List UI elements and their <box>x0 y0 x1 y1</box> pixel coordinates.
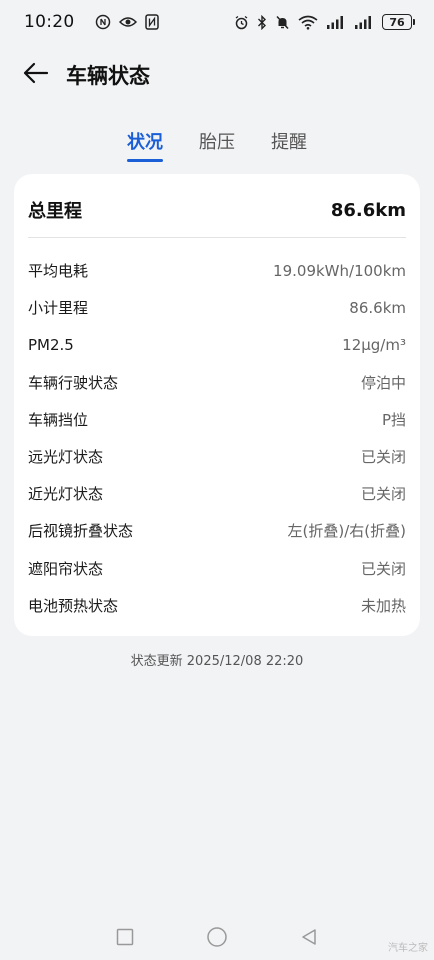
status-value: 已关闭 <box>360 559 406 578</box>
status-row-trip-mileage: 小计里程 86.6km <box>28 289 406 326</box>
back-arrow-icon <box>23 62 49 88</box>
status-time: 10:20 <box>24 12 75 32</box>
status-row-high-beam: 远光灯状态 已关闭 <box>28 438 406 475</box>
status-label: 后视镜折叠状态 <box>28 522 134 541</box>
status-value: 86.6km <box>349 298 406 317</box>
status-label: 电池预热状态 <box>28 596 119 615</box>
status-value: 停泊中 <box>360 373 406 392</box>
status-label: 遮阳帘状态 <box>28 559 104 578</box>
battery-indicator: 76 <box>382 14 415 30</box>
status-label: 车辆行驶状态 <box>28 373 119 392</box>
home-icon[interactable] <box>203 923 231 951</box>
status-label: PM2.5 <box>28 335 74 354</box>
wifi-icon <box>298 15 318 30</box>
eye-icon <box>118 15 137 29</box>
status-bar-left: 10:20 <box>24 12 159 32</box>
total-mileage-row: 总里程 86.6km <box>28 190 406 230</box>
status-row-driving-state: 车辆行驶状态 停泊中 <box>28 364 406 401</box>
status-value: 未加热 <box>360 596 406 615</box>
status-label: 平均电耗 <box>28 262 89 281</box>
signal-icon <box>326 15 346 29</box>
status-row-gear: 车辆挡位 P挡 <box>28 401 406 438</box>
status-row-mirror-fold: 后视镜折叠状态 左(折叠)/右(折叠) <box>28 512 406 549</box>
status-row-battery-preheat: 电池预热状态 未加热 <box>28 587 406 624</box>
app-header: 车辆状态 <box>0 52 434 98</box>
bluetooth-icon <box>257 14 267 30</box>
status-value: 已关闭 <box>360 448 406 467</box>
nfc-icon <box>144 14 159 30</box>
status-value: 12μg/m³ <box>342 335 406 354</box>
status-notification-icons <box>95 14 159 30</box>
status-row-low-beam: 近光灯状态 已关闭 <box>28 475 406 512</box>
alarm-icon <box>234 15 249 30</box>
status-bar-right: 76 <box>234 14 415 30</box>
status-label: 近光灯状态 <box>28 485 104 504</box>
tab-condition[interactable]: 状况 <box>127 122 163 162</box>
status-row-avg-consumption: 平均电耗 19.09kWh/100km <box>28 252 406 289</box>
status-list: 平均电耗 19.09kWh/100km 小计里程 86.6km PM2.5 12… <box>28 252 406 624</box>
system-nav-bar <box>0 920 434 954</box>
status-bar: 10:20 76 <box>0 0 434 44</box>
status-row-pm25: PM2.5 12μg/m³ <box>28 326 406 363</box>
status-label: 小计里程 <box>28 299 89 318</box>
status-value: 已关闭 <box>360 485 406 504</box>
back-icon[interactable] <box>295 923 323 951</box>
tab-tire-pressure[interactable]: 胎压 <box>199 122 235 162</box>
watermark: 汽车之家 <box>388 943 428 954</box>
page-title: 车辆状态 <box>66 64 150 88</box>
status-row-sunshade: 遮阳帘状态 已关闭 <box>28 550 406 587</box>
status-value: 19.09kWh/100km <box>273 261 406 280</box>
mute-icon <box>275 15 290 30</box>
last-updated-text: 状态更新 2025/12/08 22:20 <box>130 654 304 669</box>
vehicle-status-card: 总里程 86.6km 平均电耗 19.09kWh/100km 小计里程 86.6… <box>14 174 420 636</box>
total-mileage-value: 86.6km <box>330 199 406 221</box>
status-value: 左(折叠)/右(折叠) <box>287 522 406 541</box>
tab-bar: 状况 胎压 提醒 <box>0 122 434 166</box>
back-button[interactable] <box>16 55 56 95</box>
status-value: P挡 <box>381 410 406 429</box>
signal-icon <box>354 15 374 29</box>
status-label: 远光灯状态 <box>28 448 104 467</box>
tab-reminders[interactable]: 提醒 <box>271 122 307 162</box>
total-mileage-label: 总里程 <box>28 201 82 222</box>
nfc-circle-icon <box>95 14 111 30</box>
divider <box>28 237 406 238</box>
recent-apps-icon[interactable] <box>111 923 139 951</box>
status-label: 车辆挡位 <box>28 410 89 429</box>
